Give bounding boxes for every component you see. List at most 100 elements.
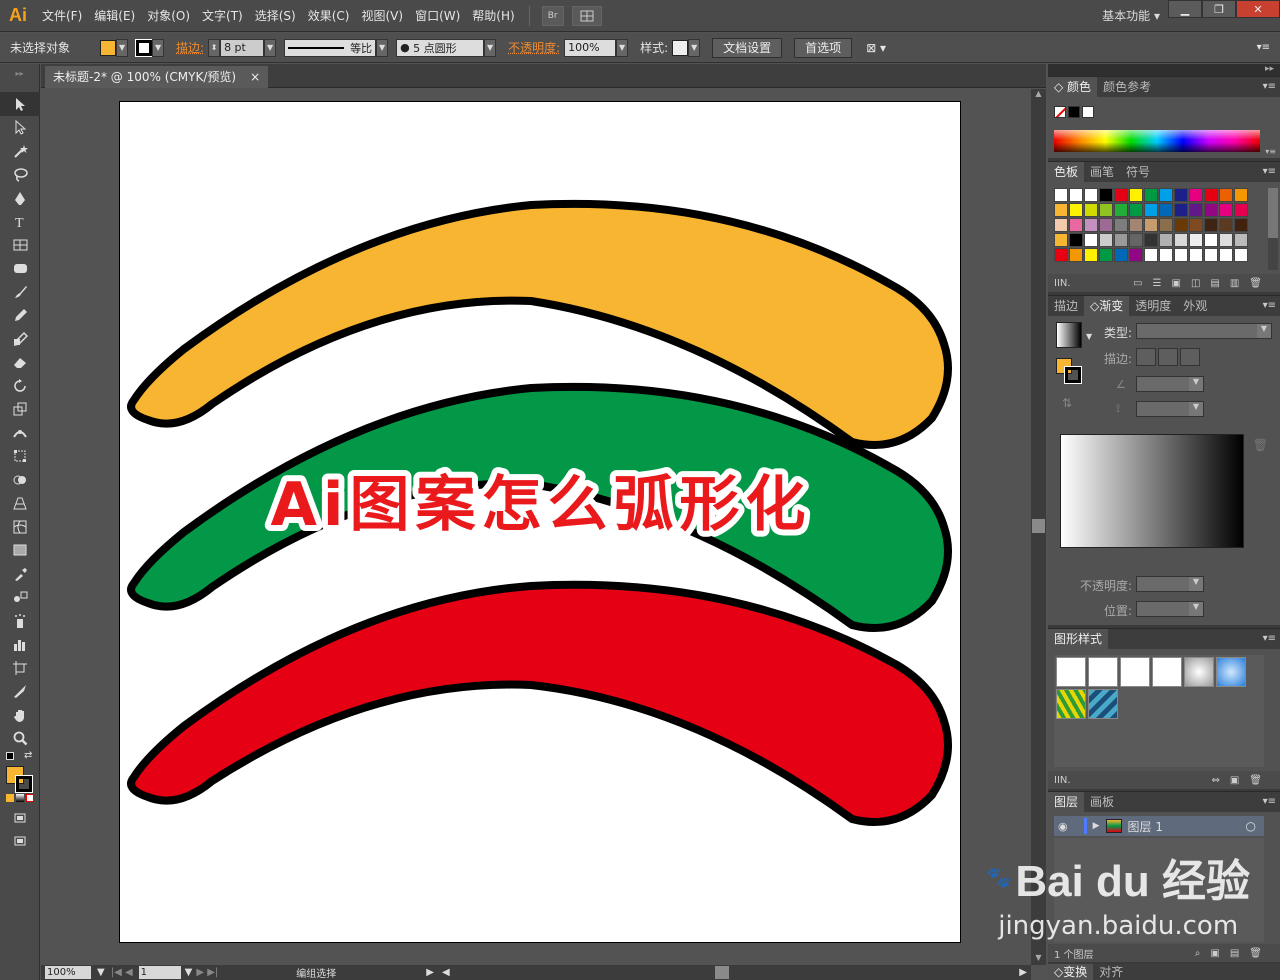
color-swatch[interactable] (1174, 233, 1188, 247)
artboard-tool-icon[interactable] (0, 656, 40, 680)
stroke-swatch[interactable] (135, 38, 154, 57)
color-swatch[interactable] (1159, 203, 1173, 217)
close-window-icon[interactable]: ✕ (1236, 0, 1280, 18)
screen-mode-icon[interactable] (0, 830, 40, 854)
page-field[interactable]: 1 (138, 966, 181, 979)
pen-tool-icon[interactable] (0, 186, 40, 210)
canvas-area[interactable]: Ai图案怎么弧形化 (41, 89, 1031, 965)
target-icon[interactable]: ○ (1246, 819, 1256, 833)
color-swatch[interactable] (1054, 188, 1068, 202)
color-swatch[interactable] (1099, 203, 1113, 217)
tab-appearance[interactable]: 外观 (1177, 296, 1213, 316)
tab-brushes[interactable]: 画笔 (1084, 162, 1120, 182)
chevron-down-icon[interactable]: ▼ (97, 967, 105, 978)
chevron-down-icon[interactable]: ▼ (484, 38, 497, 57)
color-swatch[interactable] (1189, 203, 1203, 217)
style-control[interactable]: ▼ (672, 38, 701, 57)
color-mode-icons[interactable] (6, 794, 34, 802)
color-swatch[interactable] (1114, 248, 1128, 262)
fill-control[interactable]: ▼ (100, 38, 129, 57)
none-swatch-icon[interactable] (1054, 106, 1066, 118)
rotate-tool-icon[interactable] (0, 374, 40, 398)
menu-edit[interactable]: 编辑(E) (88, 0, 141, 32)
swatch-footer-icons[interactable]: ▭☰▣◫▤▥🗑 (1133, 278, 1272, 289)
document-setup-button[interactable]: 文档设置 (712, 37, 783, 58)
color-swatch[interactable] (1189, 188, 1203, 202)
chevron-down-icon[interactable]: ▼ (152, 38, 165, 57)
brush-definition[interactable]: ● 5 点圆形 ▼ (396, 38, 497, 57)
panel-menu-icon[interactable]: ▾≡ (1263, 629, 1280, 649)
style-swatch[interactable] (672, 39, 689, 56)
style-outline[interactable] (1152, 657, 1182, 687)
eye-icon[interactable]: ◉ (1058, 820, 1068, 833)
color-swatch[interactable] (1129, 248, 1143, 262)
type-tool-icon[interactable]: T (0, 210, 40, 234)
chevron-down-icon[interactable]: ▼ (688, 38, 701, 57)
gradient-location-field[interactable]: ▼ (1136, 601, 1204, 617)
lasso-tool-icon[interactable] (0, 163, 40, 187)
column-graph-tool-icon[interactable] (0, 633, 40, 657)
reverse-gradient-icon[interactable]: ⇅ (1062, 396, 1072, 410)
color-swatch[interactable] (1084, 218, 1098, 232)
color-swatch[interactable] (1219, 248, 1233, 262)
chevron-down-icon[interactable]: ▼ (116, 38, 129, 57)
minimize-icon[interactable]: ▁ (1168, 0, 1202, 18)
close-tab-icon[interactable]: × (250, 66, 260, 88)
color-swatch[interactable] (1084, 188, 1098, 202)
color-swatch[interactable] (1054, 218, 1068, 232)
menu-select[interactable]: 选择(S) (249, 0, 302, 32)
vertical-scrollbar[interactable]: ▲ ▼ (1031, 89, 1046, 965)
shape-builder-tool-icon[interactable] (0, 468, 40, 492)
fill-stroke-widget[interactable]: ⇄ (0, 750, 39, 806)
panel-menu-icon[interactable]: ▾≡ (1263, 792, 1280, 812)
first-page-icon[interactable]: |◀ ◀ (111, 967, 133, 978)
color-swatch[interactable] (1174, 203, 1188, 217)
color-swatch[interactable] (1204, 188, 1218, 202)
next-page-icon[interactable]: ▶ ▶| (196, 967, 218, 978)
horizontal-scroll-thumb[interactable] (714, 966, 729, 979)
menu-type[interactable]: 文字(T) (196, 0, 249, 32)
toolbar-grip[interactable]: ▸▸ (0, 64, 39, 92)
panel-menu-icon[interactable]: ▾≡ (1263, 77, 1280, 97)
color-swatch[interactable] (1069, 248, 1083, 262)
color-swatch[interactable] (1069, 218, 1083, 232)
style-blue-gradient[interactable] (1216, 657, 1246, 687)
blend-tool-icon[interactable] (0, 586, 40, 610)
artboard[interactable]: Ai图案怎么弧形化 (119, 101, 961, 943)
magic-wand-tool-icon[interactable] (0, 139, 40, 163)
gradient-angle-field[interactable]: ▼ (1136, 376, 1204, 392)
tab-gradient[interactable]: ◇渐变 (1084, 296, 1130, 316)
color-swatch[interactable] (1129, 203, 1143, 217)
color-swatch[interactable] (1084, 248, 1098, 262)
stroke-control[interactable]: ▼ (135, 38, 165, 57)
fill-swatch[interactable] (100, 39, 117, 56)
opacity-label[interactable]: 不透明度: (508, 39, 560, 56)
tab-graphic-styles[interactable]: 图形样式 (1048, 629, 1109, 649)
stroke-swatch-tool[interactable] (15, 775, 33, 793)
color-swatch[interactable] (1159, 188, 1173, 202)
scroll-up-icon[interactable]: ▲ (1031, 89, 1046, 101)
color-swatch[interactable] (1174, 188, 1188, 202)
default-colors-icon[interactable] (6, 752, 14, 760)
stroke-gradient-buttons[interactable] (1136, 348, 1200, 366)
style-footer-icons[interactable]: ⇔▣🗑 (1211, 775, 1272, 786)
tab-color[interactable]: ◇ 颜色 (1048, 77, 1098, 97)
color-swatch[interactable] (1234, 233, 1248, 247)
color-swatch[interactable] (1159, 248, 1173, 262)
gradient-thumbnail[interactable] (1056, 322, 1082, 348)
vertical-scroll-thumb[interactable] (1032, 519, 1045, 533)
eyedropper-tool-icon[interactable] (0, 562, 40, 586)
color-swatch[interactable] (1174, 218, 1188, 232)
color-swatch[interactable] (1144, 203, 1158, 217)
tab-stroke[interactable]: 描边 (1048, 296, 1084, 316)
layer-footer-icons[interactable]: ⌕▣▤🗑 (1195, 948, 1272, 959)
color-swatch[interactable] (1114, 218, 1128, 232)
panel-menu-icon[interactable]: ▾≡ (1257, 42, 1270, 53)
color-swatch[interactable] (1234, 218, 1248, 232)
status-arrow-icon[interactable]: ▶ (426, 967, 434, 978)
color-swatch[interactable] (1114, 233, 1128, 247)
style-default[interactable] (1056, 657, 1086, 687)
arrange-icon[interactable]: ⊠ ▾ (866, 41, 886, 55)
color-swatch[interactable] (1219, 233, 1233, 247)
color-swatch[interactable] (1129, 188, 1143, 202)
